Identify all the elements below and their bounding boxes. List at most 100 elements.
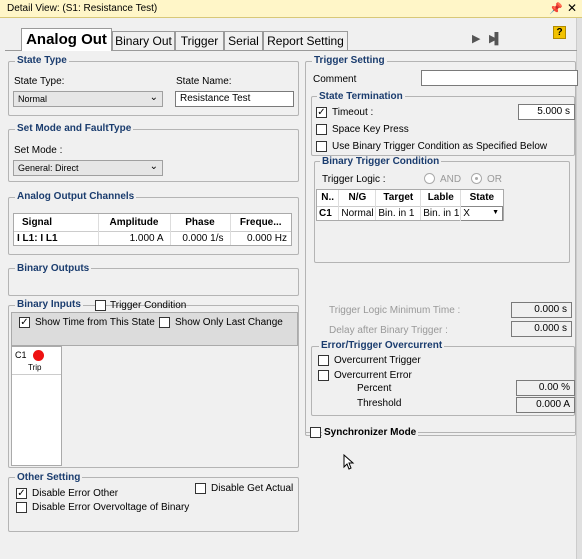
- tab-analog-out[interactable]: Analog Out: [21, 28, 112, 51]
- table-row[interactable]: C1 Normal Bin. in 1 Bin. in 1 X ▼: [317, 205, 503, 221]
- binary-inputs-title: Binary Inputs: [15, 299, 83, 310]
- pin-icon[interactable]: 📌: [549, 2, 563, 15]
- scrollbar[interactable]: [576, 18, 582, 559]
- space-key-checkbox[interactable]: [316, 124, 327, 135]
- disable-overvoltage-checkbox[interactable]: [16, 502, 27, 513]
- cell-frequency[interactable]: 0.000 Hz: [229, 231, 291, 245]
- binary-outputs-title: Binary Outputs: [15, 263, 92, 274]
- col-lable: Lable: [420, 190, 462, 206]
- disable-error-other-checkbox[interactable]: ✓: [16, 488, 27, 499]
- cell-ng: Normal: [338, 206, 377, 220]
- col-signal: Signal: [22, 216, 53, 228]
- window-title: Detail View: (S1: Resistance Test): [7, 3, 158, 14]
- set-mode-dropdown[interactable]: General: Direct ⌄: [13, 160, 163, 176]
- chevron-down-icon: ▼: [492, 208, 499, 216]
- cell-n: C1: [317, 206, 340, 220]
- chevron-down-icon: ⌄: [149, 92, 158, 103]
- analog-channels-table: Signal Amplitude Phase Freque... I L1: I…: [13, 213, 292, 246]
- space-key-label: Space Key Press: [332, 124, 409, 135]
- disable-overvoltage-label: Disable Error Overvoltage of Binary: [32, 502, 190, 513]
- set-mode-title: Set Mode and FaultType: [15, 123, 134, 134]
- cell-target[interactable]: Bin. in 1: [375, 206, 422, 220]
- state-termination-title: State Termination: [317, 91, 405, 102]
- disable-get-actual-label: Disable Get Actual: [211, 483, 294, 494]
- overcurrent-error-label: Overcurrent Error: [334, 370, 412, 381]
- cell-amplitude[interactable]: 1.000 A: [97, 231, 170, 245]
- help-icon[interactable]: ?: [553, 26, 566, 39]
- tab-trigger[interactable]: Trigger: [175, 31, 224, 50]
- trigger-setting-title: Trigger Setting: [312, 55, 387, 66]
- and-radio[interactable]: [424, 173, 435, 184]
- set-mode-label: Set Mode :: [14, 145, 63, 156]
- synchronizer-mode-label: Synchronizer Mode: [322, 427, 419, 438]
- threshold-input[interactable]: 0.000 A: [516, 397, 575, 413]
- tab-serial[interactable]: Serial: [224, 31, 263, 50]
- trigger-condition-label: Trigger Condition: [110, 300, 187, 311]
- disable-get-actual-checkbox[interactable]: [195, 483, 206, 494]
- overcurrent-title: Error/Trigger Overcurrent: [319, 340, 445, 351]
- timeout-checkbox[interactable]: ✓: [316, 107, 327, 118]
- channel-name: Trip: [28, 363, 42, 372]
- state-type-group: [8, 61, 299, 116]
- cell-lable: Bin. in 1: [420, 206, 462, 220]
- channel-id: C1: [15, 350, 27, 360]
- col-frequency: Freque...: [229, 214, 291, 231]
- threshold-label: Threshold: [357, 398, 402, 409]
- disable-error-other-label: Disable Error Other: [32, 488, 119, 499]
- state-type-dropdown[interactable]: Normal ⌄: [13, 91, 163, 107]
- col-ng: N/G: [338, 190, 377, 206]
- binary-trigger-condition-title: Binary Trigger Condition: [320, 156, 442, 167]
- state-name-label: State Name:: [176, 76, 232, 87]
- or-radio[interactable]: [471, 173, 482, 184]
- state-name-input[interactable]: Resistance Test: [175, 91, 294, 107]
- cell-phase[interactable]: 0.000 1/s: [169, 231, 230, 245]
- other-setting-title: Other Setting: [15, 472, 83, 483]
- step-icon[interactable]: ▶▌: [489, 32, 502, 45]
- close-icon[interactable]: ✕: [567, 1, 577, 15]
- comment-label: Comment: [313, 74, 357, 85]
- title-bar: Detail View: (S1: Resistance Test) 📌 ✕: [0, 0, 582, 18]
- delay-input[interactable]: 0.000 s: [511, 321, 572, 337]
- col-state: State: [469, 192, 495, 204]
- or-label: OR: [487, 174, 502, 185]
- chevron-down-icon: ⌄: [149, 161, 158, 172]
- use-binary-label: Use Binary Trigger Condition as Specifie…: [332, 141, 548, 152]
- col-phase: Phase: [169, 214, 230, 231]
- state-type-label: State Type:: [14, 76, 65, 87]
- state-type-value: Normal: [18, 94, 48, 104]
- synchronizer-mode-checkbox[interactable]: [310, 427, 321, 438]
- show-last-checkbox[interactable]: [159, 317, 170, 328]
- overcurrent-trigger-label: Overcurrent Trigger: [334, 355, 421, 366]
- use-binary-checkbox[interactable]: [316, 141, 327, 152]
- timeout-label: Timeout :: [332, 107, 374, 118]
- min-time-input[interactable]: 0.000 s: [511, 302, 572, 318]
- cell-state: X: [463, 207, 470, 219]
- show-time-label: Show Time from This State: [35, 317, 155, 328]
- binary-trigger-table: N.. N/G Target Lable State C1 Normal Bin…: [316, 189, 504, 221]
- mouse-cursor-icon: [343, 454, 355, 470]
- trigger-condition-checkbox[interactable]: [95, 300, 106, 311]
- percent-label: Percent: [357, 383, 392, 394]
- timeout-input[interactable]: 5.000 s: [518, 104, 575, 120]
- col-n: N..: [317, 190, 340, 206]
- binary-input-channel[interactable]: C1 Trip: [11, 346, 62, 466]
- analog-output-title: Analog Output Channels: [15, 191, 137, 202]
- trigger-logic-label: Trigger Logic :: [322, 174, 386, 185]
- tab-report-setting[interactable]: Report Setting: [263, 31, 348, 50]
- overcurrent-error-checkbox[interactable]: [318, 370, 329, 381]
- col-amplitude: Amplitude: [97, 214, 170, 231]
- min-time-label: Trigger Logic Minimum Time :: [329, 305, 461, 316]
- channel-divider: [12, 374, 61, 375]
- tab-binary-out[interactable]: Binary Out: [112, 31, 175, 50]
- led-indicator: [33, 350, 44, 361]
- delay-label: Delay after Binary Trigger :: [329, 325, 448, 336]
- and-label: AND: [440, 174, 462, 185]
- play-icon[interactable]: ▶: [472, 32, 480, 45]
- show-time-checkbox[interactable]: ✓: [19, 317, 30, 328]
- state-dropdown[interactable]: X ▼: [460, 205, 503, 221]
- comment-input[interactable]: [421, 70, 578, 86]
- percent-input[interactable]: 0.00 %: [516, 380, 575, 396]
- set-mode-value: General: Direct: [18, 163, 79, 173]
- overcurrent-trigger-checkbox[interactable]: [318, 355, 329, 366]
- table-row[interactable]: I L1: I L1 1.000 A 0.000 1/s 0.000 Hz: [14, 231, 291, 245]
